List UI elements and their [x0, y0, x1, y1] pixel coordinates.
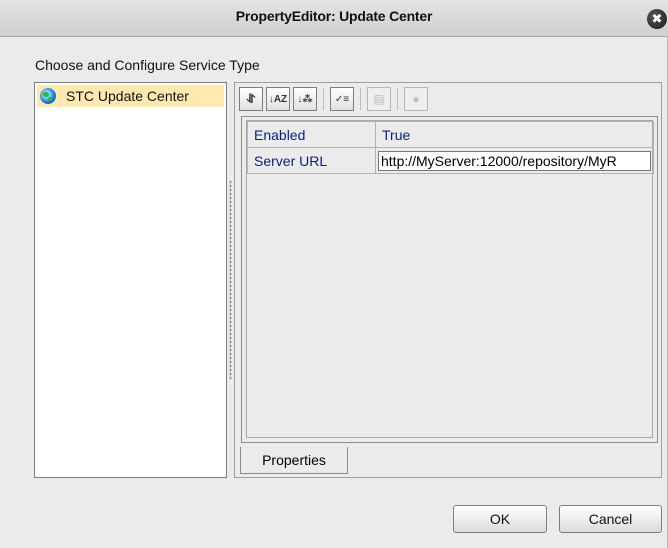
- cancel-button[interactable]: Cancel: [559, 505, 662, 533]
- property-sheet: Enabled True Server URL: [241, 116, 658, 443]
- section-label: Choose and Configure Service Type: [35, 57, 260, 73]
- toolbar-separator: [397, 88, 398, 110]
- collapse-button[interactable]: ⥯: [239, 87, 263, 111]
- split-pane-divider[interactable]: [229, 180, 232, 380]
- sort-alphabetical-button[interactable]: ↓AZ: [266, 87, 290, 111]
- toolbar-separator: [360, 88, 361, 110]
- ok-button[interactable]: OK: [453, 505, 547, 533]
- service-item-stc-update-center[interactable]: STC Update Center: [37, 85, 224, 107]
- property-editor-window: PropertyEditor: Update Center ✖ Choose a…: [0, 0, 668, 548]
- property-value[interactable]: True: [375, 121, 654, 148]
- checklist-button[interactable]: ✓≡: [330, 87, 354, 111]
- list-icon: ▤: [373, 92, 385, 106]
- table-row[interactable]: Enabled True: [247, 121, 654, 148]
- table-row[interactable]: Server URL: [247, 147, 654, 174]
- globe-icon: [40, 88, 56, 104]
- toolbar-separator: [323, 88, 324, 110]
- property-toolbar: ⥯ ↓AZ ↓⁂ ✓≡ ▤ ●: [239, 86, 431, 112]
- window-title: PropertyEditor: Update Center: [235, 8, 433, 24]
- checklist-icon: ✓≡: [334, 93, 350, 105]
- help-button: ●: [404, 87, 428, 111]
- property-panel: ⥯ ↓AZ ↓⁂ ✓≡ ▤ ● Enabled True Server URL …: [234, 82, 662, 478]
- property-table: Enabled True Server URL: [247, 121, 654, 174]
- property-name: Server URL: [247, 147, 376, 174]
- property-name: Enabled: [247, 121, 376, 148]
- list-button: ▤: [367, 87, 391, 111]
- help-icon: ●: [412, 92, 420, 106]
- property-grid: Enabled True Server URL: [246, 120, 654, 438]
- sort-alphabetical-icon: ↓AZ: [268, 93, 288, 105]
- close-button[interactable]: ✖: [647, 9, 667, 29]
- property-value-cell: [375, 147, 654, 174]
- tab-properties[interactable]: Properties: [240, 447, 348, 474]
- server-url-input[interactable]: [378, 150, 651, 171]
- sort-category-button[interactable]: ↓⁂: [293, 87, 317, 111]
- title-bar[interactable]: PropertyEditor: Update Center ✖: [0, 0, 668, 37]
- service-item-label: STC Update Center: [66, 88, 189, 104]
- collapse-icon: ⥯: [246, 91, 256, 106]
- sort-category-icon: ↓⁂: [297, 93, 313, 105]
- service-type-list[interactable]: STC Update Center: [34, 82, 227, 478]
